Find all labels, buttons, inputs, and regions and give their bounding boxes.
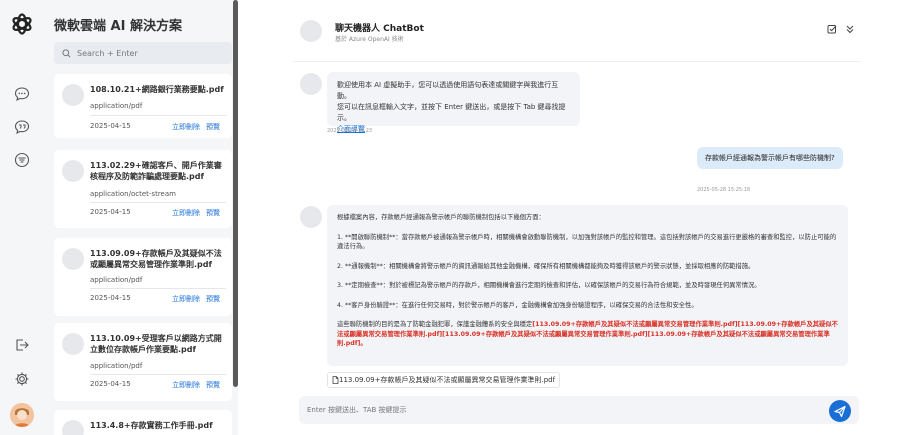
preview-link[interactable]: 預覽 xyxy=(206,380,220,390)
header-divider xyxy=(293,61,861,62)
document-name[interactable]: 113.4.8+存款實務工作手冊.pdf xyxy=(90,420,226,431)
filter-menu-icon[interactable] xyxy=(14,152,30,168)
chat-header: 聊天機器人 ChatBot 基於 Azure OpenAI 技術 xyxy=(238,0,911,62)
document-name[interactable]: 113.10.09+受理客戶以網路方式開立數位存款帳戶作業要點.pdf xyxy=(90,333,226,355)
document-card[interactable]: 113.09.09+存款帳戶及其疑似不法或顯屬異常交易管理作業準則.pdf ap… xyxy=(54,238,232,316)
chat-bubble-icon[interactable] xyxy=(14,86,30,102)
divider xyxy=(90,374,226,375)
bot-message-avatar xyxy=(300,206,322,228)
document-card[interactable]: 113.02.29+確認客戶、開戶作業審核程序及防範詐騙處理要點.pdf app… xyxy=(54,150,232,228)
user-avatar[interactable] xyxy=(10,403,34,427)
document-card[interactable]: 113.10.09+受理客戶以網路方式開立數位存款帳戶作業要點.pdf appl… xyxy=(54,323,232,401)
collapse-chevron-icon[interactable] xyxy=(845,24,855,34)
answer-point-1: 1. **開啟聯防機制**：當存款帳戶被通報為警示帳戶時，相關機構會啟動聯防機制… xyxy=(337,233,837,251)
preview-link[interactable]: 預覽 xyxy=(206,122,220,132)
document-thumbnail xyxy=(62,248,84,270)
send-plane-icon xyxy=(834,405,846,418)
document-date: 2025-04-15 xyxy=(90,122,131,130)
answer-point-2: 2. **通報機制**：相關機構會將警示帳戶的資訊通報給其他金融機構，確保所有相… xyxy=(337,262,755,270)
document-name[interactable]: 113.09.09+存款帳戶及其疑似不法或顯屬異常交易管理作業準則.pdf xyxy=(90,248,226,270)
document-date: 2025-04-15 xyxy=(90,208,131,216)
document-date: 2025-04-15 xyxy=(90,380,131,388)
chat-title: 聊天機器人 ChatBot xyxy=(335,24,424,34)
edit-checkbox-icon[interactable] xyxy=(827,24,837,34)
settings-gear-icon[interactable] xyxy=(14,371,30,387)
message-input-placeholder: Enter 按鍵送出、TAB 按鍵提示 xyxy=(307,406,407,414)
search-icon xyxy=(62,48,71,57)
user-message-timestamp: 2025-05-28 15:25:18 xyxy=(697,187,751,193)
delete-now-link[interactable]: 立即刪除 xyxy=(172,294,200,304)
chat-subtitle: 基於 Azure OpenAI 技術 xyxy=(335,36,404,43)
answer-point-4: 4. **客戶身份驗證**：在進行任何交易時，對於警示帳戶的客戶，金融機構會加強… xyxy=(337,301,698,309)
answer-intro: 根據檔案內容，存款帳戶經通報為警示帳戶的聯防機制包括以下幾個方面： xyxy=(337,214,545,221)
message-input[interactable]: Enter 按鍵送出、TAB 按鍵提示 xyxy=(299,396,859,424)
bot-message-avatar xyxy=(300,73,322,95)
document-type: application/octet-stream xyxy=(90,190,176,198)
document-name[interactable]: 108.10.21+網路銀行業務要點.pdf xyxy=(90,84,226,95)
user-message-bubble: 存款帳戶經通報為警示帳戶有哪些防機制? xyxy=(697,147,843,169)
file-icon xyxy=(332,376,339,384)
bot-avatar xyxy=(300,20,322,42)
document-date: 2025-04-15 xyxy=(90,294,131,302)
answer-closing-text: 這些聯防機制的目的是為了防範金融犯罪，保護金融體系的安全與穩定 xyxy=(337,321,533,328)
delete-now-link[interactable]: 立即刪除 xyxy=(172,380,200,390)
send-button[interactable] xyxy=(829,400,851,422)
welcome-bubble: 歡迎使用本 AI 虛擬助手，您可以透過使用語句表達或關鍵字與我進行互動。 您可以… xyxy=(327,72,580,133)
document-thumbnail xyxy=(62,420,84,435)
search-input[interactable]: Search + Enter xyxy=(54,42,232,64)
document-panel: 微軟雲端 AI 解決方案 Search + Enter 108.10.21+網路… xyxy=(44,0,238,435)
document-type: application/pdf xyxy=(90,102,143,110)
answer-closing: 這些聯防機制的目的是為了防範金融犯罪，保護金融體系的安全與穩定[113.09.0… xyxy=(337,320,838,349)
answer-point-3: 3. **定期檢查**：對於被標記為警示帳戶的存款戶，相關機構會進行定期的檢查和… xyxy=(337,282,761,289)
answer-bubble: 根據檔案內容，存款帳戶經通報為警示帳戶的聯防機制包括以下幾個方面： 1. **開… xyxy=(327,205,848,366)
preview-link[interactable]: 預覽 xyxy=(206,208,220,218)
search-placeholder: Search + Enter xyxy=(77,48,138,58)
icon-rail xyxy=(0,0,44,435)
document-type: application/pdf xyxy=(90,362,143,370)
divider xyxy=(90,115,226,116)
logout-icon[interactable] xyxy=(14,337,30,353)
divider xyxy=(90,288,226,289)
welcome-line-1: 歡迎使用本 AI 虛擬助手，您可以透過使用語句表達或關鍵字與我進行互動。 xyxy=(337,81,559,100)
app-root: 微軟雲端 AI 解決方案 Search + Enter 108.10.21+網路… xyxy=(0,0,911,435)
document-thumbnail xyxy=(62,84,84,106)
document-name[interactable]: 113.02.29+確認客戶、開戶作業審核程序及防範詐騙處理要點.pdf xyxy=(90,160,226,182)
document-thumbnail xyxy=(62,333,84,355)
chat-area: 聊天機器人 ChatBot 基於 Azure OpenAI 技術 歡迎使用本 A… xyxy=(238,0,911,435)
document-type: application/pdf xyxy=(90,276,143,284)
quote-chat-icon[interactable] xyxy=(14,119,30,135)
attachment-name: 113.09.09+存款帳戶及其疑似不法或顯屬異常交易管理作業準則.pdf xyxy=(339,376,556,384)
delete-now-link[interactable]: 立即刪除 xyxy=(172,208,200,218)
openai-logo-icon[interactable] xyxy=(10,12,34,36)
welcome-timestamp: 2025-05-28 15:23 xyxy=(327,128,373,134)
document-thumbnail xyxy=(62,160,84,182)
welcome-line-2: 您可以在訊息框輸入文字，並按下 Enter 鍵送出，或是按下 Tab 鍵尋找提示… xyxy=(337,103,566,122)
attachment-chip[interactable]: 113.09.09+存款帳戶及其疑似不法或顯屬異常交易管理作業準則.pdf xyxy=(327,372,561,388)
app-title: 微軟雲端 AI 解決方案 xyxy=(54,19,182,34)
preview-link[interactable]: 預覽 xyxy=(206,294,220,304)
delete-now-link[interactable]: 立即刪除 xyxy=(172,122,200,132)
document-card[interactable]: 113.4.8+存款實務工作手冊.pdf xyxy=(54,410,232,435)
divider xyxy=(90,202,226,203)
document-card[interactable]: 108.10.21+網路銀行業務要點.pdf application/pdf 2… xyxy=(54,74,232,138)
